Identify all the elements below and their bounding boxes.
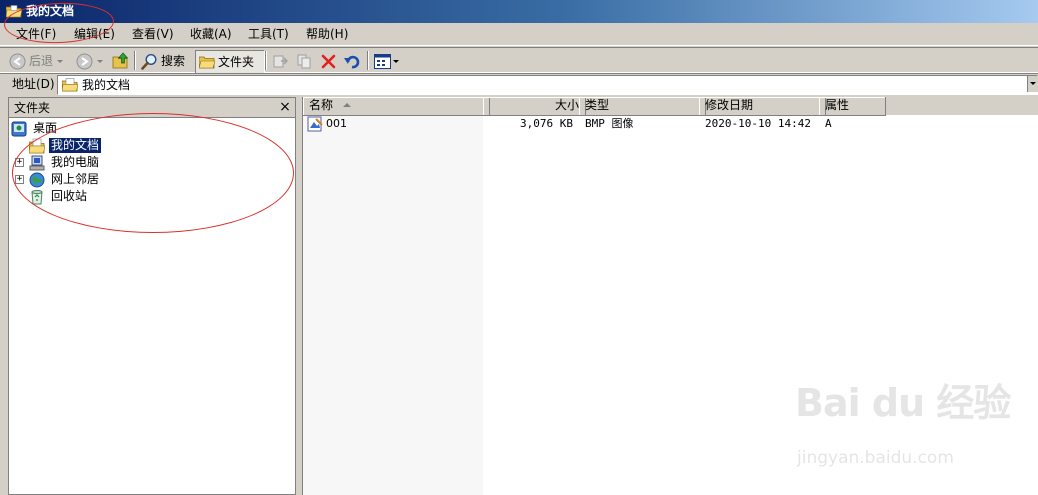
search-button[interactable]: 搜索 xyxy=(141,50,185,72)
tree-item-my-computer[interactable]: + 我的电脑 xyxy=(15,154,101,171)
search-icon xyxy=(141,53,157,70)
undo-button[interactable] xyxy=(343,50,360,72)
forward-button[interactable] xyxy=(76,50,103,72)
file-name: 001 xyxy=(326,117,347,130)
views-button[interactable] xyxy=(374,50,399,72)
file-size: 3,076 KB xyxy=(520,117,573,130)
address-input[interactable]: 我的文档 xyxy=(57,75,1038,95)
close-icon[interactable]: × xyxy=(277,98,293,116)
network-globe-icon xyxy=(29,172,45,187)
baidu-watermark: Bai du 经验 jingyan.baidu.com xyxy=(795,378,1035,488)
folder-tree-pane: 文件夹 × 桌面 我的文档 + 我的电脑 + 网上邻居 回收站 xyxy=(8,97,296,495)
folder-icon xyxy=(199,56,215,69)
title-bar[interactable]: 我的文档 xyxy=(0,0,1038,23)
copy-to-button[interactable] xyxy=(296,50,313,72)
address-label: 地址(D) xyxy=(12,77,55,91)
file-modified: 2020-10-10 14:42 xyxy=(705,117,811,130)
tree-item-network-places[interactable]: + 网上邻居 xyxy=(15,171,101,188)
back-dropdown-icon[interactable] xyxy=(57,59,64,63)
folders-label: 文件夹 xyxy=(218,55,255,69)
delete-x-icon xyxy=(321,54,336,68)
folder-pane-header: 文件夹 × xyxy=(9,98,295,118)
tree-item-label: 我的文档 xyxy=(47,137,103,154)
my-documents-icon xyxy=(29,138,45,153)
column-header-type[interactable]: 类型 xyxy=(579,97,706,116)
column-header-attributes[interactable]: 属性 xyxy=(819,97,886,116)
tree-item-desktop[interactable]: 桌面 xyxy=(11,120,59,137)
watermark-logo: Bai du 经验 xyxy=(795,381,1011,425)
toolbar-separator xyxy=(134,51,136,70)
search-label: 搜索 xyxy=(161,54,186,68)
address-bar: 地址(D) 我的文档 xyxy=(0,73,1038,95)
copy-to-icon xyxy=(297,54,311,68)
forward-dropdown-icon[interactable] xyxy=(97,59,103,63)
list-header: 名称 大小 类型 修改日期 属性 xyxy=(303,97,1038,116)
tree-item-label: 网上邻居 xyxy=(51,172,100,186)
address-value: 我的文档 xyxy=(82,78,131,92)
tree-item-label: 回收站 xyxy=(51,189,88,203)
my-computer-icon xyxy=(29,155,45,170)
views-dropdown-icon[interactable] xyxy=(393,59,399,63)
menu-favorites[interactable]: 收藏(A) xyxy=(190,27,232,42)
menu-bar: 文件(F) 编辑(E) 查看(V) 收藏(A) 工具(T) 帮助(H) xyxy=(0,23,1038,46)
toolbar-separator xyxy=(367,51,369,70)
expand-plus-icon[interactable]: + xyxy=(15,175,24,184)
menu-view[interactable]: 查看(V) xyxy=(132,27,174,42)
file-type: BMP 图像 xyxy=(585,117,634,130)
expand-plus-icon[interactable]: + xyxy=(15,158,24,167)
folder-icon xyxy=(6,5,22,18)
recycle-bin-icon xyxy=(31,189,43,204)
file-row[interactable]: 001 3,076 KB BMP 图像 2020-10-10 14:42 A xyxy=(303,115,1038,132)
folder-up-icon xyxy=(112,52,129,69)
address-dropdown-button[interactable] xyxy=(1027,76,1038,92)
up-button[interactable] xyxy=(112,50,130,72)
column-header-name[interactable]: 名称 xyxy=(303,97,490,116)
back-button[interactable]: 后退 xyxy=(9,50,64,72)
column-label: 大小 xyxy=(554,98,579,112)
sort-ascending-icon xyxy=(343,103,351,107)
move-to-button[interactable] xyxy=(272,50,289,72)
toolbar-separator xyxy=(265,51,267,70)
undo-icon xyxy=(344,55,360,68)
tree-item-recycle-bin[interactable]: 回收站 xyxy=(29,188,89,205)
column-header-size[interactable]: 大小 xyxy=(483,97,586,116)
back-arrow-icon xyxy=(9,53,26,69)
delete-button[interactable] xyxy=(320,50,337,72)
folders-button[interactable]: 文件夹 xyxy=(195,50,265,74)
tree-item-my-documents[interactable]: 我的文档 xyxy=(29,137,103,154)
watermark-url: jingyan.baidu.com xyxy=(797,448,954,468)
chevron-down-icon xyxy=(1030,82,1036,85)
file-attributes: A xyxy=(825,117,832,130)
column-label: 类型 xyxy=(585,98,610,112)
views-grid-icon xyxy=(374,53,391,69)
window-title: 我的文档 xyxy=(26,4,75,18)
desktop-icon xyxy=(11,121,27,136)
menu-file[interactable]: 文件(F) xyxy=(16,27,56,42)
folder-pane-title: 文件夹 xyxy=(14,101,51,115)
my-documents-icon xyxy=(62,78,78,92)
sorted-column-highlight xyxy=(303,115,483,495)
menu-edit[interactable]: 编辑(E) xyxy=(74,27,115,42)
menu-tools[interactable]: 工具(T) xyxy=(248,27,289,42)
column-label: 属性 xyxy=(825,98,850,112)
move-to-icon xyxy=(273,55,288,67)
toolbar: 后退 搜索 文件夹 xyxy=(0,47,1038,74)
bmp-image-icon xyxy=(307,116,323,132)
column-header-modified[interactable]: 修改日期 xyxy=(699,97,826,116)
column-label: 修改日期 xyxy=(705,98,754,112)
forward-arrow-icon xyxy=(76,53,93,69)
tree-item-label: 桌面 xyxy=(33,121,58,135)
menu-help[interactable]: 帮助(H) xyxy=(306,27,348,42)
column-label: 名称 xyxy=(309,98,334,112)
back-label: 后退 xyxy=(29,54,54,68)
tree-item-label: 我的电脑 xyxy=(51,155,100,169)
